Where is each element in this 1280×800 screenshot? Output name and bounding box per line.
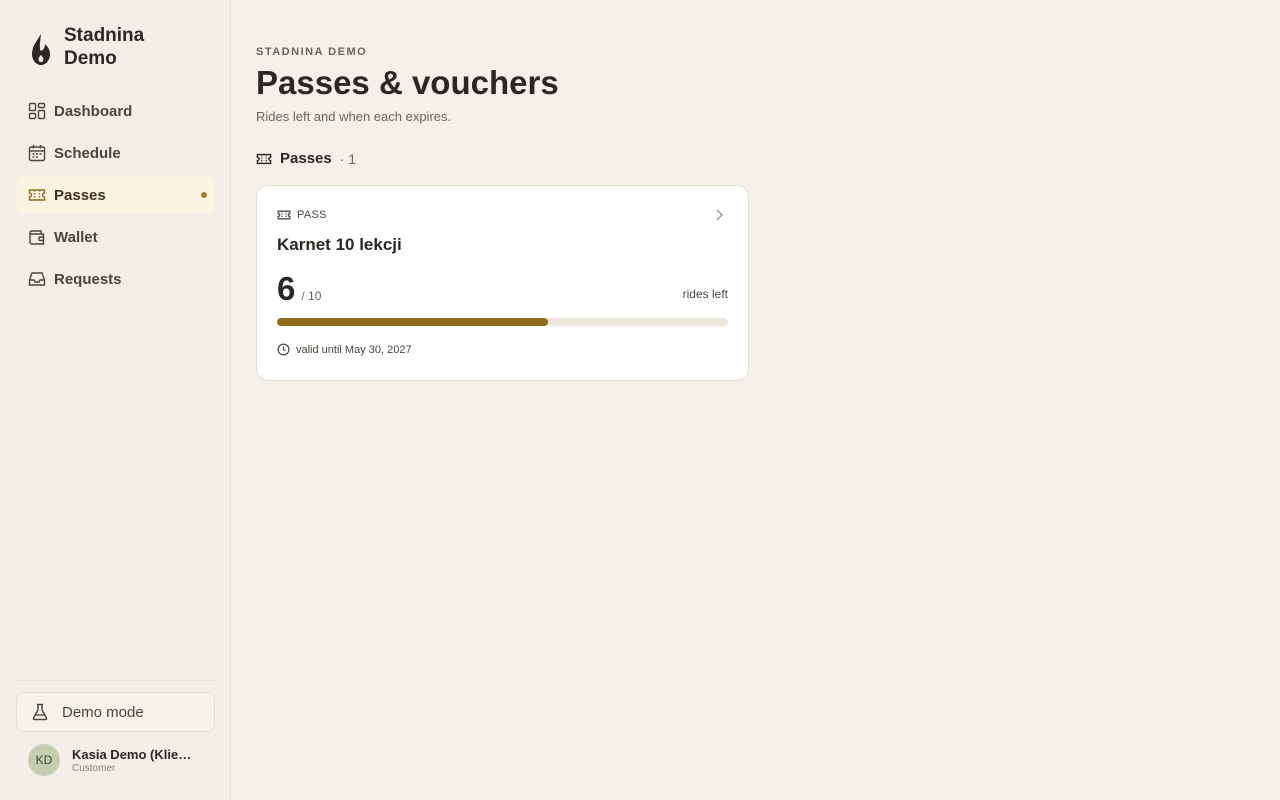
chevron-right-icon bbox=[716, 209, 723, 221]
sidebar-item-label: Requests bbox=[54, 270, 122, 288]
rides-total: / 10 bbox=[301, 289, 322, 303]
user-role: Customer bbox=[72, 762, 116, 774]
dashboard-icon bbox=[28, 102, 46, 120]
user-profile[interactable]: KD Kasia Demo (Klie… Customer bbox=[28, 744, 198, 776]
rides-left-count: 6 bbox=[277, 270, 296, 307]
rides-count: 6 / 10 bbox=[277, 270, 321, 308]
wallet-icon bbox=[28, 228, 46, 246]
flame-logo-icon bbox=[32, 34, 50, 65]
ticket-icon bbox=[277, 208, 291, 222]
rides-progress-fill bbox=[277, 318, 548, 326]
pass-card[interactable]: PASS Karnet 10 lekcji 6 / 10 rides left … bbox=[256, 185, 749, 381]
pass-type: PASS bbox=[277, 208, 327, 222]
pass-title: Karnet 10 lekcji bbox=[277, 235, 402, 254]
rides-progress-bar bbox=[277, 318, 728, 326]
flask-icon bbox=[31, 703, 49, 721]
section-title: Passes bbox=[280, 150, 332, 167]
sidebar-item-schedule[interactable]: Schedule bbox=[16, 134, 215, 172]
user-name: Kasia Demo (Klie… bbox=[72, 746, 192, 762]
sidebar-item-label: Schedule bbox=[54, 144, 121, 162]
rides-left-label: rides left bbox=[682, 287, 728, 301]
demo-mode-button[interactable]: Demo mode bbox=[16, 692, 215, 732]
section-count: · 1 bbox=[339, 150, 357, 167]
ticket-icon bbox=[256, 151, 272, 167]
passes-section-header: Passes · 1 bbox=[256, 150, 356, 167]
sidebar-divider bbox=[16, 680, 215, 681]
validity-text: valid until May 30, 2027 bbox=[296, 343, 412, 356]
pass-validity: valid until May 30, 2027 bbox=[277, 343, 412, 356]
active-indicator-dot bbox=[201, 192, 207, 198]
calendar-icon bbox=[28, 144, 46, 162]
brand[interactable]: Stadnina Demo bbox=[28, 24, 174, 70]
sidebar-item-label: Wallet bbox=[54, 228, 98, 246]
avatar: KD bbox=[28, 744, 60, 776]
ticket-icon bbox=[28, 186, 46, 204]
sidebar-item-wallet[interactable]: Wallet bbox=[16, 218, 215, 256]
demo-mode-label: Demo mode bbox=[62, 703, 144, 721]
clock-icon bbox=[277, 343, 290, 356]
page-subtitle: Rides left and when each expires. bbox=[256, 109, 452, 124]
sidebar-item-requests[interactable]: Requests bbox=[16, 260, 215, 298]
pass-type-label: PASS bbox=[297, 209, 327, 221]
sidebar-item-label: Passes bbox=[54, 186, 106, 204]
sidebar-item-passes[interactable]: Passes bbox=[16, 176, 215, 214]
sidebar-item-label: Dashboard bbox=[54, 102, 133, 120]
sidebar-nav: Dashboard Schedule Passes Wallet Request… bbox=[16, 92, 215, 302]
inbox-icon bbox=[28, 270, 46, 288]
page-title: Passes & vouchers bbox=[256, 64, 559, 101]
user-info: Kasia Demo (Klie… Customer bbox=[72, 747, 198, 774]
brand-name: Stadnina Demo bbox=[64, 25, 145, 69]
sidebar: Stadnina Demo Dashboard Schedule Passes … bbox=[0, 0, 231, 800]
sidebar-item-dashboard[interactable]: Dashboard bbox=[16, 92, 215, 130]
page-eyebrow: STADNINA DEMO bbox=[256, 46, 368, 58]
